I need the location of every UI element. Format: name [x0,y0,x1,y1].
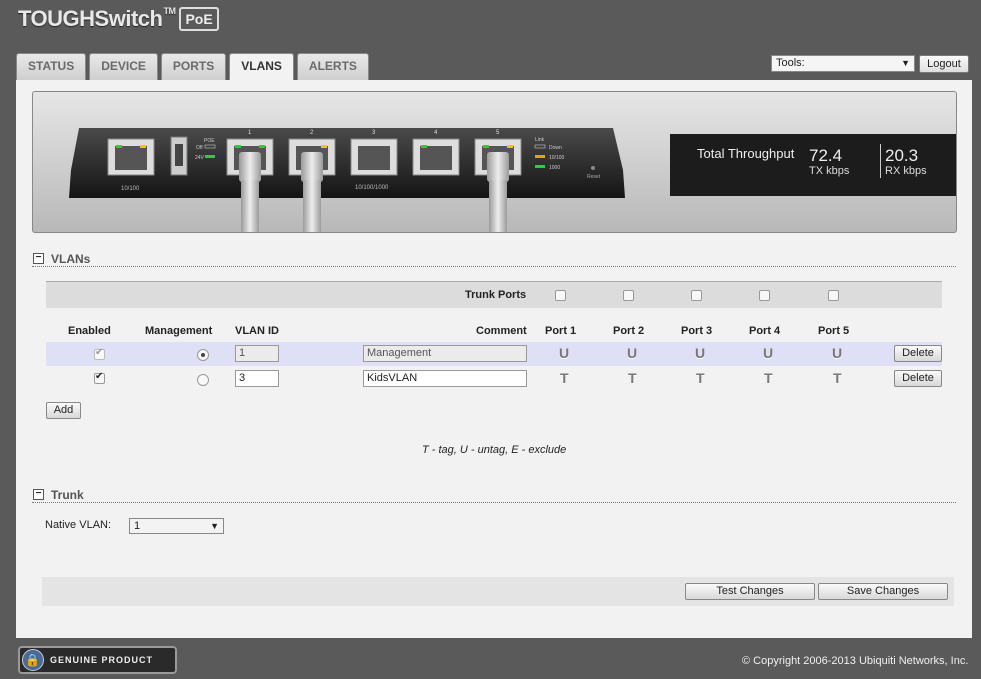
native-vlan-select[interactable]: 1 ▼ [129,518,224,534]
trunk-ports-bar: Trunk Ports [46,281,942,308]
tab-vlans[interactable]: VLANS [229,53,294,81]
gigabit-ports [226,138,522,176]
header-port-3: Port 3 [681,325,713,337]
header-management: Management [145,325,213,337]
trunk-section-header: − Trunk [32,488,956,503]
logout-button[interactable]: Logout [919,55,969,73]
vlan-1-comment-field[interactable]: Management [363,345,527,362]
vlan-2-delete-button[interactable]: Delete [894,370,942,387]
vlan-2-management-radio[interactable] [197,374,209,386]
device-banner: 10/100 POE Off 24V 1 2 3 4 5 10/100/1000… [32,91,957,233]
trunk-port-3-checkbox[interactable] [691,290,702,301]
logo-poe-badge: PoE [179,7,219,31]
vlan-1-port-3-mode[interactable]: U [695,345,705,361]
tab-alerts[interactable]: ALERTS [296,53,369,80]
header-comment: Comment [476,325,527,337]
link-1000: 1000 [549,165,560,171]
tx-value: 72.4 [809,146,843,165]
collapse-vlans-icon[interactable]: − [33,253,44,264]
header-port-4: Port 4 [749,325,781,337]
tab-device[interactable]: DEVICE [89,53,158,80]
main-tabs: STATUS DEVICE PORTS VLANS ALERTS [16,53,372,81]
vlan-2-port-4-mode[interactable]: T [764,370,773,386]
trunk-section-title: Trunk [51,488,84,502]
vlan-2-enabled-checkbox[interactable] [94,371,105,384]
logo-text: TOUGHSwitch [18,6,163,31]
rx-value: 20.3 [885,146,919,165]
copyright: © Copyright 2006-2013 Ubiquiti Networks,… [742,655,969,667]
trunk-port-1-checkbox[interactable] [555,290,566,301]
vlan-2-comment-field[interactable]: KidsVLAN [363,370,527,387]
label-10-100-1000: 10/100/1000 [355,185,389,191]
link-10-100: 10/100 [549,155,565,161]
vlans-section-header: − VLANs [32,252,956,267]
header-port-2: Port 2 [613,325,645,337]
tab-status[interactable]: STATUS [16,53,87,80]
link-down: Down [549,145,562,151]
tools-dropdown-label: Tools: [776,57,805,69]
header-enabled: Enabled [68,325,111,337]
reset-label: Reset [587,174,601,180]
logo-tm: TM [163,6,176,16]
vlan-row-2: 3 KidsVLAN T T T T T Delete [46,367,942,391]
save-changes-button[interactable]: Save Changes [818,583,948,600]
tab-ports[interactable]: PORTS [160,53,227,80]
native-vlan-label: Native VLAN: [45,519,112,531]
trunk-ports-label: Trunk Ports [465,289,527,301]
poe-off: Off [196,145,203,151]
native-vlan-value: 1 [134,520,141,532]
vlan-1-id-field[interactable]: 1 [235,345,279,362]
vlan-2-id-field[interactable]: 3 [235,370,279,387]
header-port-1: Port 1 [545,325,577,337]
dropdown-arrow-icon: ▼ [901,58,910,68]
vlan-2-port-3-mode[interactable]: T [696,370,705,386]
vlan-2-port-2-mode[interactable]: T [628,370,637,386]
vlan-1-delete-button[interactable]: Delete [894,345,942,362]
main-panel: 10/100 POE Off 24V 1 2 3 4 5 10/100/1000… [16,80,972,638]
poe-24v: 24V [195,155,205,161]
vlan-1-port-2-mode[interactable]: U [627,345,637,361]
rx-label: RX kbps [885,165,927,177]
throughput-panel: Total Throughput 72.4 TX kbps 20.3 RX kb… [670,134,956,196]
tools-dropdown[interactable]: Tools: ▼ [771,55,915,72]
link-label: Link [535,137,545,143]
port-mode-legend: T - tag, U - untag, E - exclude [422,444,567,456]
add-vlan-button[interactable]: Add [46,402,81,419]
vlans-section-title: VLANs [51,252,91,266]
header-port-5: Port 5 [818,325,850,337]
trunk-port-4-checkbox[interactable] [759,290,770,301]
test-changes-button[interactable]: Test Changes [685,583,815,600]
dropdown-arrow-icon: ▼ [210,521,219,531]
lock-icon: 🔒 [22,649,44,671]
trunk-port-5-checkbox[interactable] [828,290,839,301]
genuine-product-badge: 🔒 GENUINE PRODUCT [18,646,177,674]
collapse-trunk-icon[interactable]: − [33,489,44,500]
vlan-1-management-radio[interactable] [197,349,209,361]
logo: TOUGHSwitchTM PoE [18,6,219,32]
throughput-divider [880,144,881,178]
vlan-2-port-5-mode[interactable]: T [833,370,842,386]
vlan-1-port-1-mode[interactable]: U [559,345,569,361]
genuine-product-text: GENUINE PRODUCT [50,655,154,665]
throughput-title: Total Throughput [697,146,795,161]
vlan-1-enabled-checkbox [94,347,105,360]
actions-bar: Test Changes Save Changes [42,577,954,606]
trunk-port-2-checkbox[interactable] [623,290,634,301]
poe-label: POE [204,138,215,144]
tx-label: TX kbps [809,165,850,177]
vlan-2-port-1-mode[interactable]: T [560,370,569,386]
header-vlan-id: VLAN ID [235,325,279,337]
vlan-row-1: 1 Management U U U U U Delete [46,342,942,366]
label-10-100: 10/100 [121,186,140,192]
vlan-1-port-5-mode[interactable]: U [832,345,842,361]
vlan-1-port-4-mode[interactable]: U [763,345,773,361]
